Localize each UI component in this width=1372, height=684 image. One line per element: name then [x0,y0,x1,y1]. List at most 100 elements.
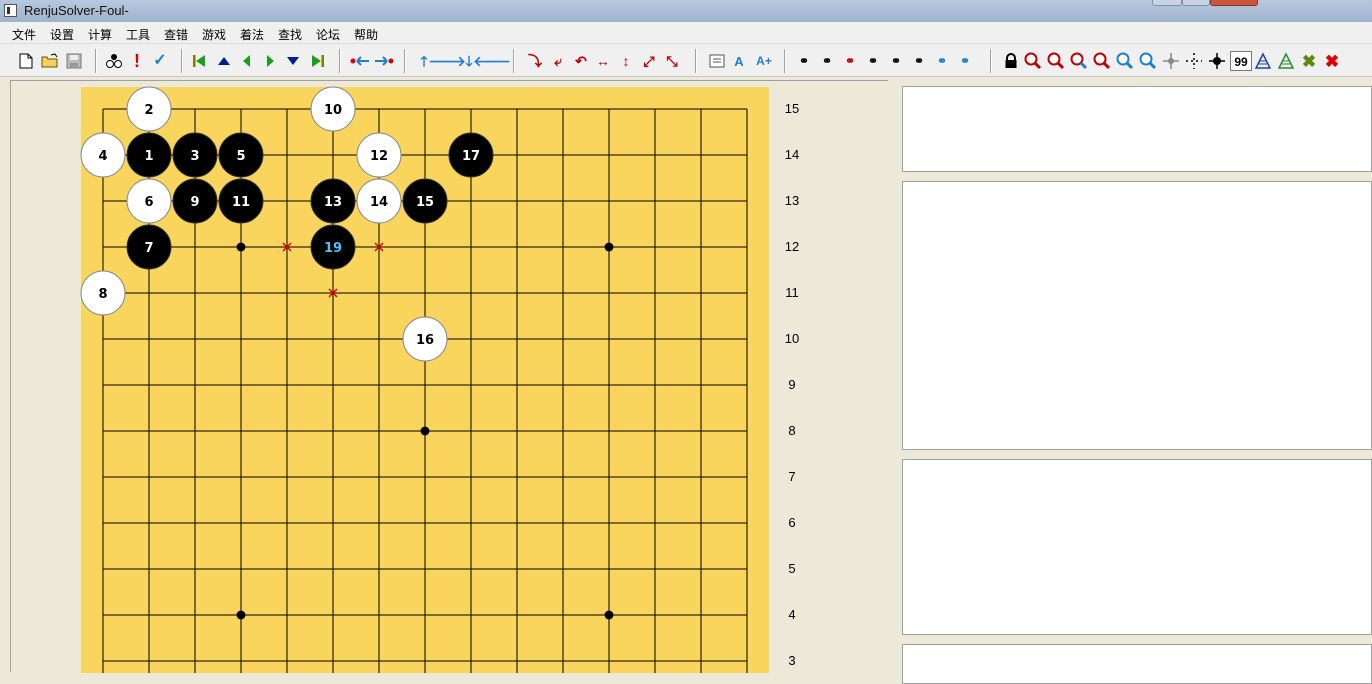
note-icon[interactable] [707,51,727,71]
font-a-icon[interactable]: A [729,51,749,71]
stone-number: 16 [416,333,434,348]
shift-left-icon[interactable]: 🡐 [473,51,511,71]
lock-icon[interactable] [1001,51,1021,71]
search-7-icon[interactable]: ⚭ [932,51,952,71]
search-2-icon[interactable]: ⚭ [817,51,837,71]
player-stones-icon[interactable] [104,51,124,71]
star-point [604,242,614,252]
toolbar-separator [990,49,992,73]
toolbar-separator [404,49,406,73]
menu-file[interactable]: 文件 [12,26,36,43]
search-1-icon[interactable]: ⚭ [794,51,814,71]
stone-number: 4 [98,149,107,164]
info-panel-lower [902,459,1372,635]
search-8-icon[interactable]: ⚭ [955,51,975,71]
stone-number: 13 [324,195,342,210]
menu-forum[interactable]: 论坛 [316,26,340,43]
font-a-plus-icon[interactable]: A+ [752,51,776,71]
title-bar: RenjuSolver-Foul- [0,0,1372,22]
maximize-button[interactable] [1182,0,1210,6]
stone-number: 6 [144,195,153,210]
row-label: 9 [788,377,796,392]
menu-find[interactable]: 查找 [278,26,302,43]
stone-number: 10 [324,103,342,118]
stone-number: 14 [370,195,388,210]
star-point-icon[interactable] [1207,51,1227,71]
row-label: 12 [784,239,800,254]
search-4-icon[interactable]: ⚭ [863,51,883,71]
dotted-cross-icon[interactable] [1184,51,1204,71]
undo-arc-icon[interactable]: ↶ [571,51,591,71]
save-icon[interactable] [64,51,84,71]
info-panel-bottom [902,644,1372,684]
menu-bar: 文件 设置 计算 工具 查错 游戏 着法 查找 论坛 帮助 [0,22,1372,44]
zoom-red-4-icon[interactable] [1092,51,1112,71]
last-move-icon[interactable] [308,51,328,71]
search-6-icon[interactable]: ⚭ [909,51,929,71]
flip-vertical-icon[interactable]: ↕ [616,51,636,71]
swap-right-icon[interactable] [372,51,396,71]
swap-left-icon[interactable] [348,51,372,71]
zoom-blue-2-icon[interactable] [1138,51,1158,71]
crosshair-icon[interactable] [1161,51,1181,71]
next-block-icon[interactable] [283,51,303,71]
toolbar-separator [784,49,786,73]
stone-number: 2 [144,103,153,118]
toolbar: ! ✓ 🡑 🡒 🡓 🡐 ⤵ ⤶ ↶ ↔ ↕ ⤢ ⤡ A A+ ⚭ ⚭ ⚭ ⚭ ⚭… [0,44,1372,77]
check-icon[interactable]: ✓ [150,51,170,71]
menu-tools[interactable]: 工具 [126,26,150,43]
menu-check-errors[interactable]: 查错 [164,26,188,43]
zoom-red-3-icon[interactable] [1069,51,1089,71]
menu-game[interactable]: 游戏 [202,26,226,43]
next-move-icon[interactable] [260,51,280,71]
row-label: 5 [788,561,796,576]
search-3-icon[interactable]: ⚭ [840,51,860,71]
flip-horizontal-icon[interactable]: ↔ [593,51,613,71]
first-move-icon[interactable] [189,51,209,71]
stone-number: 1 [144,149,153,164]
menu-compute[interactable]: 计算 [88,26,112,43]
cancel-green-icon[interactable]: ✖ [1299,51,1319,71]
app-icon [4,4,17,17]
board-panel: 1 2 3 4 5 6 7 8 9 10 11 12 13 14 15 16 17 19 15 14 13 12 11 10… [10,80,889,673]
rotate-ccw-icon[interactable]: ⤶ [548,51,568,71]
tree-green-icon[interactable] [1276,51,1296,71]
new-file-icon[interactable] [16,51,36,71]
zoom-red-1-icon[interactable] [1023,51,1043,71]
zoom-blue-1-icon[interactable] [1115,51,1135,71]
minimize-button[interactable] [1152,0,1182,6]
prev-block-icon[interactable] [214,51,234,71]
row-label: 7 [788,469,796,484]
menu-moves[interactable]: 着法 [240,26,264,43]
toolbar-separator [513,49,515,73]
stone-number: 9 [190,195,199,210]
exclaim-icon[interactable]: ! [127,51,147,71]
row-label: 3 [788,653,796,668]
zoom-red-2-icon[interactable] [1046,51,1066,71]
stone-number: 5 [236,149,245,164]
open-folder-icon[interactable] [40,51,60,71]
stone-number: 17 [462,149,480,164]
shift-right-icon[interactable]: 🡒 [428,51,466,71]
close-window-button[interactable] [1210,0,1258,6]
prev-move-icon[interactable] [237,51,257,71]
depth-value-field[interactable]: 99 [1230,51,1252,71]
search-5-icon[interactable]: ⚭ [886,51,906,71]
stone-number: 11 [232,195,250,210]
toolbar-separator [181,49,183,73]
rotate-cw-icon[interactable]: ⤵ [525,51,545,71]
row-label: 11 [785,285,799,300]
menu-settings[interactable]: 设置 [50,26,74,43]
flip-antidiagonal-icon[interactable]: ⤡ [662,51,682,71]
window-title: RenjuSolver-Foul- [24,3,129,18]
tree-blue-icon[interactable] [1253,51,1273,71]
star-point [236,610,246,620]
row-label: 10 [784,331,800,346]
renju-board[interactable]: 1234 5678910111213 14 15161719 [11,81,889,673]
toolbar-separator [95,49,97,73]
flip-diagonal-icon[interactable]: ⤢ [639,51,659,71]
menu-help[interactable]: 帮助 [354,26,378,43]
info-panel-middle [902,181,1372,450]
close-red-icon[interactable]: ✖ [1322,51,1342,71]
toolbar-separator [695,49,697,73]
